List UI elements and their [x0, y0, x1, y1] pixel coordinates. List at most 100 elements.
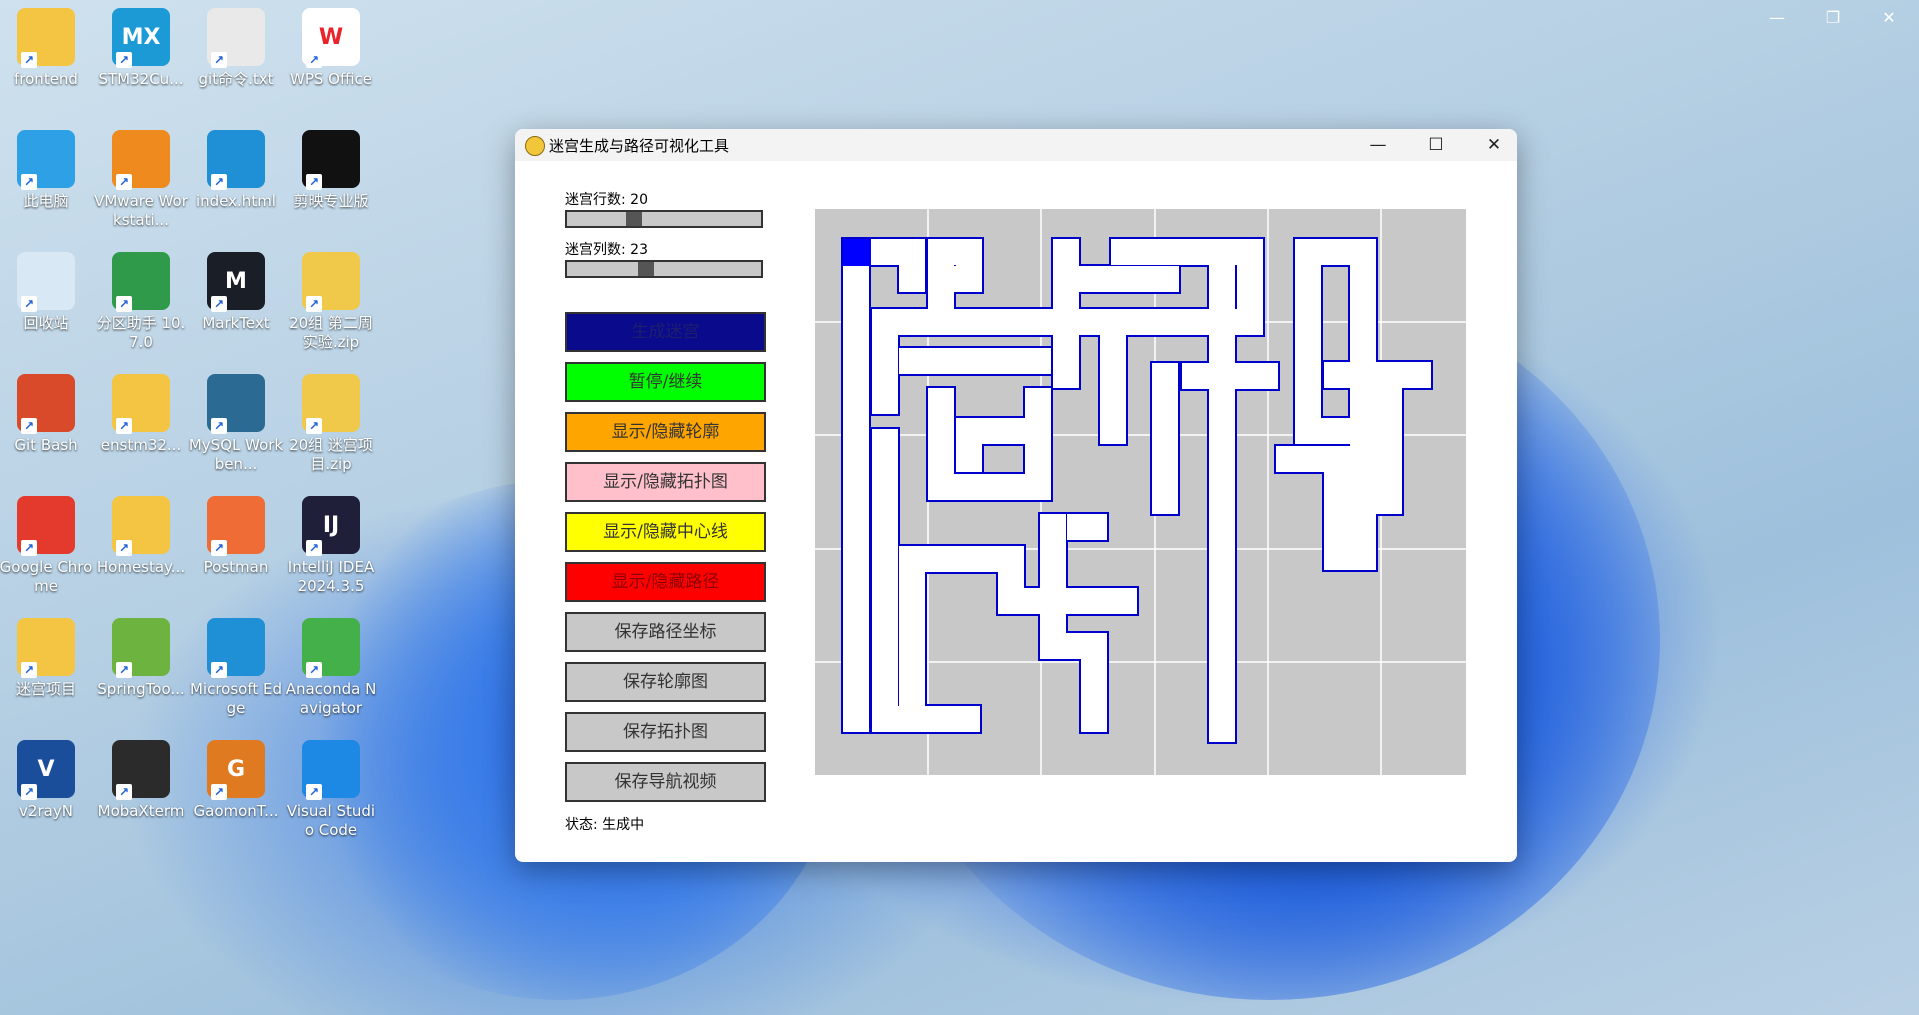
- v2rayn-icon: V ↗: [17, 740, 75, 800]
- shortcut-arrow-icon: ↗: [306, 52, 322, 68]
- icon-badge-text: V: [37, 756, 55, 782]
- desktop-icon-label: v2rayN: [19, 802, 73, 820]
- desktop-icon[interactable]: ↗ 回收站: [0, 252, 94, 333]
- desktop-icon-label: Homestay...: [96, 558, 186, 576]
- desktop-restore-icon[interactable]: ❐: [1821, 8, 1845, 27]
- desktop-icon[interactable]: ↗ 20组 迷宫项目.zip: [283, 374, 379, 474]
- cols-slider-thumb[interactable]: [638, 262, 654, 276]
- desktop-icon[interactable]: ↗ Anaconda Navigator: [283, 618, 379, 718]
- centerline-button[interactable]: 显示/隐藏中心线: [565, 512, 766, 552]
- rows-slider[interactable]: [565, 210, 763, 228]
- desktop-icon[interactable]: ↗ enstm32...: [93, 374, 189, 455]
- shortcut-arrow-icon: ↗: [116, 296, 132, 312]
- desktop-icon[interactable]: ↗ 此电脑: [0, 130, 94, 211]
- maze-corridor: [1040, 633, 1107, 732]
- rows-label: 迷宫行数: 20: [565, 192, 648, 208]
- vscode-icon: ↗: [302, 740, 360, 800]
- desktop-icon[interactable]: ↗ VMware Workstati...: [93, 130, 189, 230]
- save-topology-button[interactable]: 保存拓扑图: [565, 712, 766, 752]
- path-button[interactable]: 显示/隐藏路径: [565, 562, 766, 602]
- shortcut-arrow-icon: ↗: [211, 540, 227, 556]
- save-path-button[interactable]: 保存路径坐标: [565, 612, 766, 652]
- cols-label: 迷宫列数: 23: [565, 242, 648, 258]
- shortcut-arrow-icon: ↗: [116, 784, 132, 800]
- window-minimize-button[interactable]: —: [1350, 129, 1406, 161]
- shortcut-arrow-icon: ↗: [306, 296, 322, 312]
- save-outline-button[interactable]: 保存轮廓图: [565, 662, 766, 702]
- desktop-icon[interactable]: IJ ↗ IntelliJ IDEA 2024.3.5: [283, 496, 379, 596]
- shortcut-arrow-icon: ↗: [21, 784, 37, 800]
- partition-assistant-icon: ↗: [112, 252, 170, 312]
- desktop-icon-label: STM32Cu...: [98, 70, 184, 88]
- desktop-icon-label: 分区助手 10.7.0: [96, 314, 186, 351]
- desktop-icon-label: enstm32...: [100, 436, 182, 454]
- git-bash-icon: ↗: [17, 374, 75, 434]
- vmware-icon: ↗: [112, 130, 170, 190]
- desktop-icon[interactable]: ↗ Git Bash: [0, 374, 94, 455]
- topology-button[interactable]: 显示/隐藏拓扑图: [565, 462, 766, 502]
- icon-badge-text: IJ: [322, 512, 340, 538]
- zip-folder-icon: ↗: [302, 252, 360, 312]
- desktop-icon-label: git命令.txt: [198, 70, 274, 88]
- desktop-icon[interactable]: ↗ SpringToo...: [93, 618, 189, 699]
- window-titlebar[interactable]: 迷宫生成与路径可视化工具 — ☐ ✕: [515, 129, 1517, 161]
- shortcut-arrow-icon: ↗: [116, 174, 132, 190]
- desktop-icon[interactable]: ↗ Visual Studio Code: [283, 740, 379, 840]
- cols-slider[interactable]: [565, 260, 763, 278]
- desktop-icon[interactable]: ↗ 剪映专业版: [283, 130, 379, 211]
- shortcut-arrow-icon: ↗: [21, 662, 37, 678]
- icon-badge-text: MX: [121, 24, 161, 50]
- desktop-icon[interactable]: M ↗ MarkText: [188, 252, 284, 333]
- desktop-icon[interactable]: V ↗ v2rayN: [0, 740, 94, 821]
- desktop-icon[interactable]: ↗ Microsoft Edge: [188, 618, 284, 718]
- rows-slider-thumb[interactable]: [626, 212, 642, 226]
- desktop-icon[interactable]: ↗ Google Chrome: [0, 496, 94, 596]
- save-video-button[interactable]: 保存导航视频: [565, 762, 766, 802]
- desktop-icon[interactable]: ↗ Homestay...: [93, 496, 189, 577]
- desktop-icon[interactable]: ↗ 分区助手 10.7.0: [93, 252, 189, 352]
- maze-canvas: [815, 209, 1466, 775]
- window-maximize-button[interactable]: ☐: [1408, 129, 1464, 161]
- icon-badge-text: M: [225, 268, 247, 294]
- capcut-icon: ↗: [302, 130, 360, 190]
- desktop-close-icon[interactable]: ✕: [1877, 8, 1901, 27]
- desktop-icon-label: MySQL Workben...: [188, 436, 284, 473]
- shortcut-arrow-icon: ↗: [21, 52, 37, 68]
- icon-badge-text: G: [226, 756, 246, 782]
- shortcut-arrow-icon: ↗: [306, 540, 322, 556]
- shortcut-arrow-icon: ↗: [306, 784, 322, 800]
- maze-current-cell: [843, 239, 871, 266]
- window-title: 迷宫生成与路径可视化工具: [549, 137, 730, 155]
- generate-button[interactable]: 生成迷宫: [565, 312, 766, 352]
- desktop-icon[interactable]: ↗ git命令.txt: [188, 8, 284, 89]
- pause-button[interactable]: 暂停/继续: [565, 362, 766, 402]
- desktop-icon-label: 回收站: [23, 314, 69, 332]
- desktop-icon[interactable]: MX ↗ STM32Cu...: [93, 8, 189, 89]
- shortcut-arrow-icon: ↗: [211, 296, 227, 312]
- anaconda-icon: ↗: [302, 618, 360, 678]
- desktop-icon[interactable]: ↗ 迷宫项目: [0, 618, 94, 699]
- outline-button[interactable]: 显示/隐藏轮廓: [565, 412, 766, 452]
- desktop-icon-label: IntelliJ IDEA 2024.3.5: [287, 558, 375, 595]
- window-close-button[interactable]: ✕: [1466, 129, 1517, 161]
- folder-icon: ↗: [17, 8, 75, 68]
- desktop-icon[interactable]: ↗ MySQL Workben...: [188, 374, 284, 474]
- folder-icon: ↗: [112, 496, 170, 556]
- desktop-icon[interactable]: ↗ index.html: [188, 130, 284, 211]
- desktop-icon[interactable]: G ↗ GaomonT...: [188, 740, 284, 821]
- desktop-icon[interactable]: ↗ frontend: [0, 8, 94, 89]
- computer-icon: ↗: [17, 130, 75, 190]
- desktop-minimize-icon[interactable]: —: [1765, 8, 1789, 27]
- desktop-icon-label: 剪映专业版: [293, 192, 369, 210]
- desktop-icon-label: Microsoft Edge: [189, 680, 283, 717]
- shortcut-arrow-icon: ↗: [211, 418, 227, 434]
- desktop-icon[interactable]: ↗ MobaXterm: [93, 740, 189, 821]
- shortcut-arrow-icon: ↗: [211, 52, 227, 68]
- maze-svg: [815, 209, 1466, 775]
- desktop-icon[interactable]: W ↗ WPS Office: [283, 8, 379, 89]
- desktop-icon-label: index.html: [196, 192, 276, 210]
- desktop-icon[interactable]: ↗ 20组 第二周实验.zip: [283, 252, 379, 352]
- edge-file-icon: ↗: [207, 130, 265, 190]
- zip-folder-icon: ↗: [302, 374, 360, 434]
- desktop-icon[interactable]: ↗ Postman: [188, 496, 284, 577]
